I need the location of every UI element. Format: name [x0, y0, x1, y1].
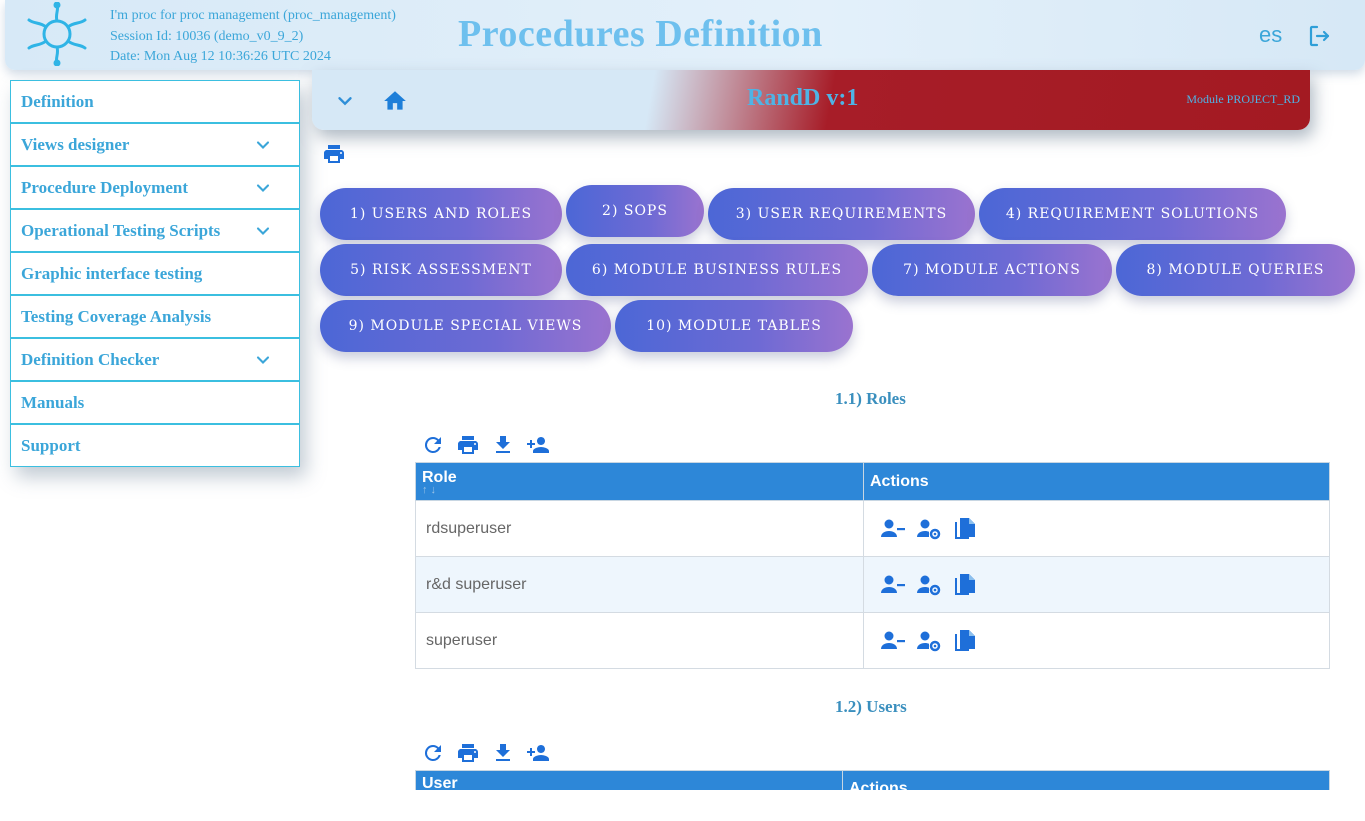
actions-cell	[863, 612, 1330, 669]
sidebar-item-label: Views designer	[21, 134, 130, 154]
tab-risk-assessment[interactable]: 5) Risk Assessment	[320, 244, 562, 296]
add-person-icon[interactable]	[526, 741, 550, 765]
column-header-label: Role	[422, 468, 457, 486]
refresh-icon[interactable]	[421, 741, 445, 765]
column-header-label: Actions	[870, 472, 929, 490]
sidebar-item-procedure-deployment[interactable]: Procedure Deployment	[10, 166, 300, 209]
sidebar-item-label: Testing Coverage Analysis	[21, 306, 212, 326]
session-date: Date: Mon Aug 12 10:36:26 UTC 2024	[110, 49, 331, 64]
users-section-title: 1.2) Users	[835, 697, 907, 716]
users-table-viewport: User Actions	[415, 770, 1330, 790]
session-user: I'm proc for proc management (proc_manag…	[110, 8, 396, 23]
module-title: RandD v:1	[747, 85, 859, 111]
remove-person-icon[interactable]	[880, 628, 906, 654]
sidebar-item-label: Procedure Deployment	[21, 177, 188, 197]
sidebar-item-definition-checker[interactable]: Definition Checker	[10, 338, 300, 381]
table-row[interactable]: superuser	[415, 612, 1330, 669]
tab-module-special-views[interactable]: 9) Module Special Views	[320, 300, 611, 352]
language-switch[interactable]: es	[1259, 22, 1282, 48]
users-toolbar	[421, 741, 550, 765]
actions-cell	[863, 556, 1330, 613]
role-cell: r&d superuser	[415, 556, 864, 613]
chevron-down-icon[interactable]	[253, 221, 273, 241]
remove-person-icon[interactable]	[880, 572, 906, 598]
app-title: Procedures Definition	[458, 13, 823, 55]
module-bar: RandD v:1 Module PROJECT_RD	[312, 70, 1310, 130]
sidebar-item-manuals[interactable]: Manuals	[10, 381, 300, 424]
table-row[interactable]: rdsuperuser	[415, 500, 1330, 557]
sidebar-item-definition[interactable]: Definition	[10, 80, 300, 123]
sidebar-item-views-designer[interactable]: Views designer	[10, 123, 300, 166]
download-icon[interactable]	[491, 741, 515, 765]
sidebar-item-testing-coverage-analysis[interactable]: Testing Coverage Analysis	[10, 295, 300, 338]
table-header-row: Role ↑ ↓ Actions	[415, 462, 1330, 501]
chevron-down-icon[interactable]	[253, 135, 273, 155]
copy-icon[interactable]	[952, 572, 978, 598]
person-settings-icon[interactable]	[916, 628, 942, 654]
column-header-user[interactable]: User	[415, 770, 843, 790]
session-id: Session Id: 10036 (demo_v0_9_2)	[110, 28, 304, 44]
roles-table: Role ↑ ↓ Actions rdsuperuser r&d superus…	[415, 462, 1330, 669]
tab-user-requirements[interactable]: 3) User Requirements	[708, 188, 975, 240]
sidebar-item-label: Support	[21, 435, 81, 455]
sidebar-item-label: Definition	[21, 91, 94, 111]
sidebar-item-label: Operational Testing Scripts	[21, 220, 221, 240]
sidebar-item-label: Graphic interface testing	[21, 263, 203, 283]
column-header-actions: Actions	[842, 770, 1330, 790]
sidebar-item-support[interactable]: Support	[10, 424, 300, 467]
module-name: Module PROJECT_RD	[1186, 92, 1300, 106]
tab-sops[interactable]: 2) SOPs	[566, 185, 704, 237]
app-header: I'm proc for proc management (proc_manag…	[5, 0, 1365, 70]
column-header-role[interactable]: Role ↑ ↓	[415, 462, 864, 501]
role-cell: superuser	[415, 612, 864, 669]
tab-module-queries[interactable]: 8) Module Queries	[1116, 244, 1355, 296]
column-header-label: User	[422, 775, 458, 790]
role-cell: rdsuperuser	[415, 500, 864, 557]
roles-toolbar	[421, 433, 550, 457]
sidebar-item-graphic-interface-testing[interactable]: Graphic interface testing	[10, 252, 300, 295]
chevron-down-icon[interactable]	[253, 178, 273, 198]
add-person-icon[interactable]	[526, 433, 550, 457]
sort-arrows-icon[interactable]: ↑ ↓	[422, 484, 857, 495]
table-row[interactable]: r&d superuser	[415, 556, 1330, 613]
print-icon[interactable]	[456, 433, 480, 457]
tab-module-tables[interactable]: 10) Module Tables	[615, 300, 853, 352]
chevron-down-icon[interactable]	[253, 350, 273, 370]
column-header-actions: Actions	[863, 462, 1330, 501]
column-header-label: Actions	[849, 780, 908, 790]
sidebar-item-label: Definition Checker	[21, 349, 160, 369]
tab-users-and-roles[interactable]: 1) Users and Roles	[320, 188, 562, 240]
home-icon[interactable]	[382, 88, 408, 114]
sidebar: Definition Views designer Procedure Depl…	[10, 80, 300, 467]
roles-section-title: 1.1) Roles	[835, 389, 906, 408]
print-icon[interactable]	[322, 142, 346, 166]
logout-icon[interactable]	[1307, 24, 1331, 48]
sidebar-item-label: Manuals	[21, 392, 85, 412]
sidebar-item-operational-testing-scripts[interactable]: Operational Testing Scripts	[10, 209, 300, 252]
copy-icon[interactable]	[952, 628, 978, 654]
tab-requirement-solutions[interactable]: 4) Requirement Solutions	[979, 188, 1286, 240]
users-table: User Actions	[415, 770, 1330, 790]
refresh-icon[interactable]	[421, 433, 445, 457]
person-settings-icon[interactable]	[916, 572, 942, 598]
session-info: I'm proc for proc management (proc_manag…	[110, 6, 396, 68]
molecule-logo-icon	[27, 2, 87, 66]
table-header-row: User Actions	[415, 770, 1330, 790]
chevron-down-icon[interactable]	[334, 90, 356, 112]
person-settings-icon[interactable]	[916, 516, 942, 542]
tab-module-business-rules[interactable]: 6) Module Business Rules	[566, 244, 868, 296]
actions-cell	[863, 500, 1330, 557]
print-icon[interactable]	[456, 741, 480, 765]
download-icon[interactable]	[491, 433, 515, 457]
tab-module-actions[interactable]: 7) Module Actions	[872, 244, 1112, 296]
remove-person-icon[interactable]	[880, 516, 906, 542]
copy-icon[interactable]	[952, 516, 978, 542]
